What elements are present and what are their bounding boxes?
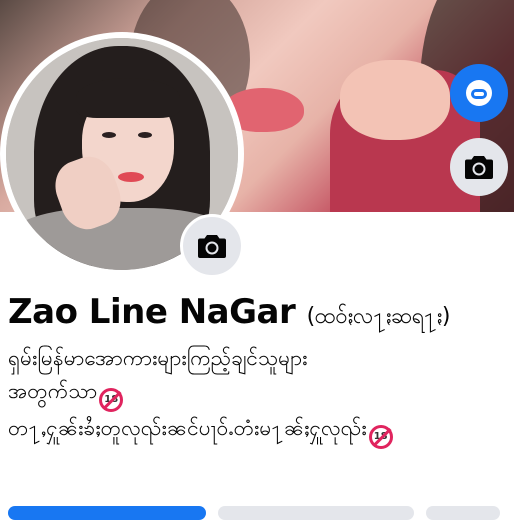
avatar-icon — [466, 80, 492, 106]
secondary-action-button[interactable] — [218, 506, 414, 520]
no-under-18-icon: 18 — [368, 425, 393, 449]
more-options-button[interactable] — [426, 506, 500, 520]
profile-picture-eye — [102, 132, 116, 138]
edit-profile-picture-button[interactable] — [180, 214, 244, 278]
profile-picture-mouth — [118, 172, 144, 182]
avatar-button[interactable] — [450, 64, 508, 122]
no-under-18-icon: 18 — [99, 388, 124, 412]
camera-icon — [465, 156, 493, 179]
profile-picture-bangs — [76, 78, 180, 118]
profile-action-row — [0, 506, 514, 520]
cover-photo-hand — [340, 60, 450, 140]
bio-line-text: တ႑ႇႁူၼ်းၶႆႈတူလုၺ်းၼင်ပႃဝ်ႉတံးမ႑ၼ်ႈႁူလုၺ်… — [8, 416, 367, 440]
profile-bio: ရှမ်းမြန်မာအောကားများကြည့်ချင်သူများ အတွ… — [8, 342, 508, 449]
bio-line: တ႑ႇႁူၼ်းၶႆႈတူလုၺ်းၼင်ပႃဝ်ႉတံးမ႑ၼ်ႈႁူလုၺ်… — [8, 412, 508, 449]
profile-name: Zao Line NaGar (ထဝ်ႏလ႑ႏဆရ႑ႏ) — [8, 292, 451, 334]
camera-icon — [198, 235, 226, 258]
profile-picture-eye — [138, 132, 152, 138]
edit-cover-photo-button[interactable] — [450, 138, 508, 196]
bio-line: ရှမ်းမြန်မာအောကားများကြည့်ချင်သူများ — [8, 342, 508, 375]
profile-name-text: Zao Line NaGar — [8, 292, 296, 332]
primary-action-button[interactable] — [8, 506, 206, 520]
bio-line-text: အတွက်သာ — [8, 379, 98, 403]
bio-line-text: ရှမ်းမြန်မာအောကားများကြည့်ချင်သူများ — [8, 346, 308, 370]
bio-line: အတွက်သာ 18 — [8, 375, 508, 412]
profile-alternate-name: (ထဝ်ႏလ႑ႏဆရ႑ႏ) — [306, 304, 451, 329]
